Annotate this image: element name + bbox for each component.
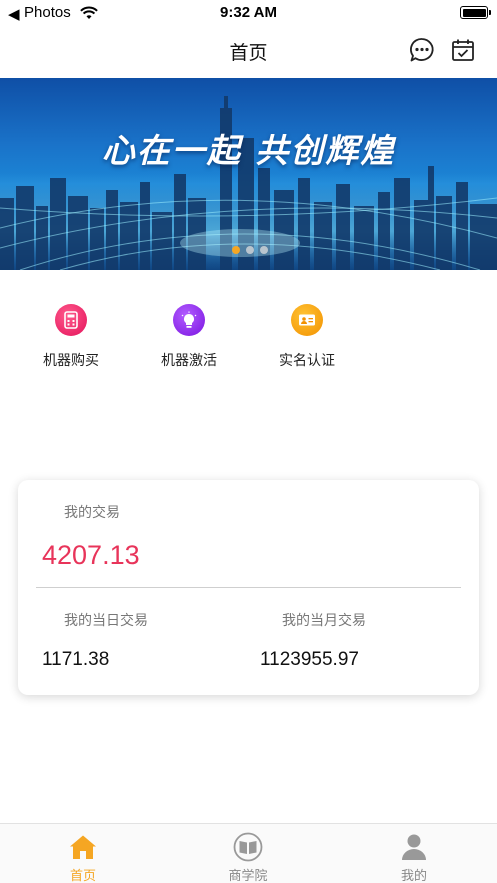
daily-transaction-value: 1171.38 [42,649,110,670]
quick-actions: 机器购买 机器激活 实名认证 [0,304,497,374]
tab-mine[interactable]: 我的 [364,832,464,883]
carousel-dots [232,246,268,254]
total-transaction-label: 我的交易 [64,505,120,521]
nav-bar: 首页 [0,26,497,78]
home-icon [33,832,133,862]
city-skyline-image [0,96,497,270]
quick-action-label: 机器购买 [43,353,99,369]
calendar-check-icon[interactable] [449,36,477,64]
tab-label: 我的 [400,869,427,883]
bottom-tab-bar: 首页 商学院 我的 [0,823,497,883]
id-card-icon [291,304,323,336]
status-bar: ◀ Photos 9:32 AM [0,0,497,26]
carousel-dot[interactable] [232,246,240,254]
quick-action-label: 实名认证 [279,353,335,369]
carousel-dot[interactable] [260,246,268,254]
total-transaction-value: 4207.13 [42,540,140,570]
status-time: 9:32 AM [220,4,277,21]
card-divider [36,587,461,588]
monthly-transaction-label: 我的当月交易 [282,613,366,629]
quick-action-activate-machine[interactable]: 机器激活 [149,304,229,370]
tab-business-school[interactable]: 商学院 [198,832,298,883]
quick-action-buy-machine[interactable]: 机器购买 [31,304,111,370]
battery-icon [460,6,491,19]
banner-slogan: 心在一起 共创辉煌 [101,131,396,170]
tab-label: 商学院 [228,869,268,883]
calculator-icon [55,304,87,336]
user-icon [364,832,464,862]
tab-label: 首页 [69,869,96,883]
daily-transaction-label: 我的当日交易 [64,613,148,629]
lightbulb-icon [173,304,205,336]
quick-action-real-name-verify[interactable]: 实名认证 [267,304,347,370]
book-icon [198,832,298,862]
quick-action-label: 机器激活 [161,353,217,369]
chat-bubble-icon[interactable] [408,36,436,64]
carousel-dot[interactable] [246,246,254,254]
transaction-card[interactable]: 我的交易 4207.13 我的当日交易 我的当月交易 1171.38 11239… [18,480,479,695]
monthly-transaction-value: 1123955.97 [260,649,359,670]
tab-home[interactable]: 首页 [33,832,133,883]
promo-banner[interactable]: 心在一起 共创辉煌 [0,78,497,270]
